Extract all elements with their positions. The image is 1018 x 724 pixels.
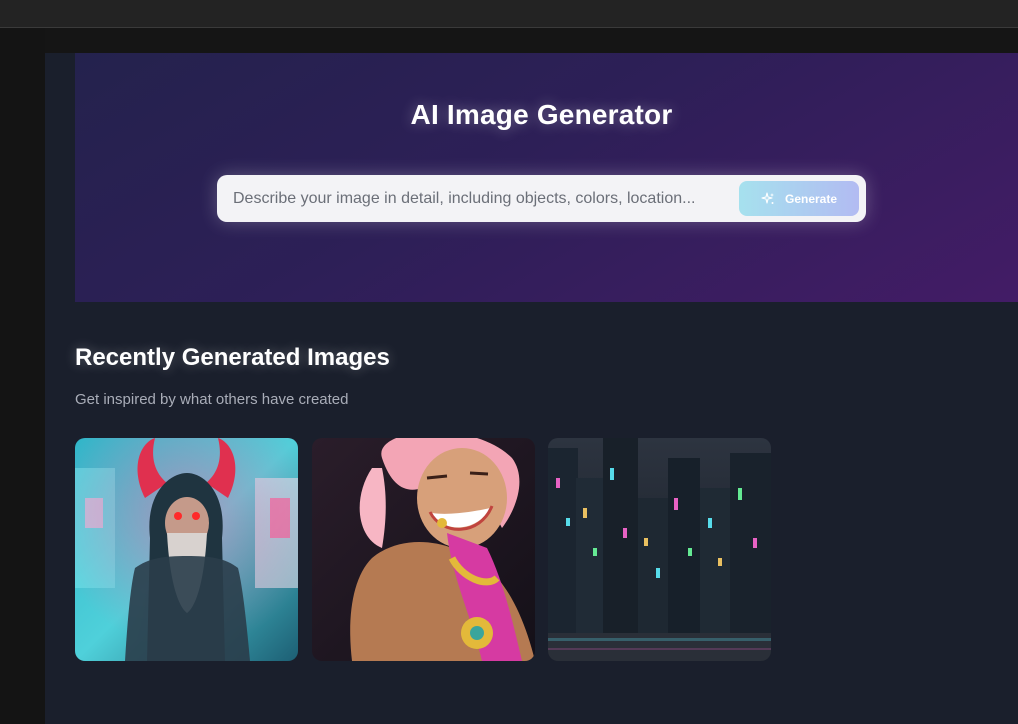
gallery-image-horned-man[interactable] [75, 438, 298, 661]
gallery-subtitle: Get inspired by what others have created [75, 391, 349, 408]
hero-banner: AI Image Generator Generate [75, 53, 1018, 302]
app-page: AI Image Generator Generate Recently Gen… [45, 53, 1018, 724]
prompt-search-box: Generate [217, 175, 866, 222]
generate-button-label: Generate [784, 191, 838, 206]
browser-top-bar [0, 0, 1018, 28]
generate-button[interactable]: Generate [739, 181, 859, 216]
page-title: AI Image Generator [410, 99, 673, 130]
sparkles-icon [761, 191, 775, 206]
gallery-image-smiling-woman[interactable] [312, 438, 535, 661]
top-gutter [45, 28, 1018, 53]
gallery-image-cityscape[interactable] [548, 438, 771, 661]
gallery-title: Recently Generated Images [75, 344, 390, 371]
prompt-input[interactable] [217, 175, 727, 222]
left-gutter [0, 28, 45, 724]
